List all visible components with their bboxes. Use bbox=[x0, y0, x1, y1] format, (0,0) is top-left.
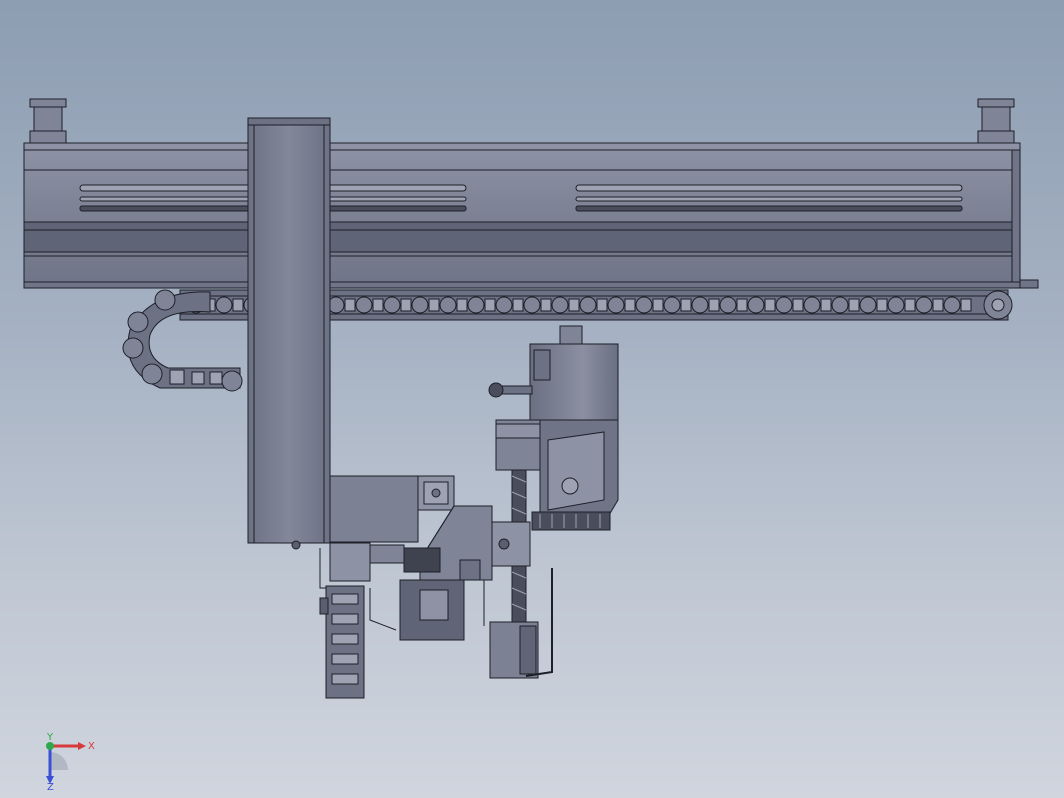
chain-link-pin bbox=[411, 296, 429, 314]
chain-link-plate bbox=[652, 298, 664, 312]
chain-link-pin bbox=[579, 296, 597, 314]
x-axis-arrowhead bbox=[78, 742, 86, 750]
chain-link-pin bbox=[663, 296, 681, 314]
chain-link-plate bbox=[540, 298, 552, 312]
chain-link-pin bbox=[523, 296, 541, 314]
chain-link-plate bbox=[344, 298, 356, 312]
chain-link-plate bbox=[484, 298, 496, 312]
chain-link-plate bbox=[820, 298, 832, 312]
y-axis-label: Y bbox=[46, 732, 54, 743]
chain-link-plate bbox=[904, 298, 916, 312]
chain-link-plate bbox=[764, 298, 776, 312]
chain-link-plate bbox=[848, 298, 860, 312]
chain-link-pin bbox=[803, 296, 821, 314]
chain-link-plate bbox=[512, 298, 524, 312]
chain-link-pin bbox=[943, 296, 961, 314]
chain-end-pulley bbox=[983, 290, 1013, 320]
chain-link-plate bbox=[876, 298, 888, 312]
cad-viewport[interactable]: X Y Z bbox=[0, 0, 1064, 798]
chain-link-pin bbox=[215, 296, 233, 314]
chain-link-pin bbox=[887, 296, 905, 314]
x-axis-label: X bbox=[88, 741, 95, 752]
chain-link-pin bbox=[439, 296, 457, 314]
chain-link-pin bbox=[551, 296, 569, 314]
chain-link-plate bbox=[960, 298, 972, 312]
screw-nut-block bbox=[491, 521, 531, 567]
chain-link-plate bbox=[232, 298, 244, 312]
chain-link-pin bbox=[915, 296, 933, 314]
chain-link-pin bbox=[747, 296, 765, 314]
chain-link-pin bbox=[691, 296, 709, 314]
chain-link-pin bbox=[383, 296, 401, 314]
chain-link-plate bbox=[372, 298, 384, 312]
chain-link-pin bbox=[831, 296, 849, 314]
right-end-cap bbox=[977, 98, 1015, 144]
chain-link-plate bbox=[932, 298, 944, 312]
chain-link-plate bbox=[400, 298, 412, 312]
z-axis-label: Z bbox=[47, 782, 54, 790]
chain-link-pin bbox=[859, 296, 877, 314]
chain-link-plate bbox=[568, 298, 580, 312]
spindle-assembly bbox=[488, 325, 619, 531]
y-axis-dot bbox=[46, 742, 54, 750]
gantry-beam bbox=[23, 142, 1039, 289]
chain-link-pin bbox=[635, 296, 653, 314]
chain-link-pin bbox=[775, 296, 793, 314]
coordinate-triad: X Y Z bbox=[46, 732, 95, 790]
chain-link-plate bbox=[792, 298, 804, 312]
chain-link-plate bbox=[456, 298, 468, 312]
chain-link-pin bbox=[719, 296, 737, 314]
chain-link-plate bbox=[680, 298, 692, 312]
chain-link-plate bbox=[624, 298, 636, 312]
chain-link-plate bbox=[736, 298, 748, 312]
chain-link-plate bbox=[428, 298, 440, 312]
assembly-drawing bbox=[23, 98, 1039, 699]
left-end-cap bbox=[29, 98, 67, 144]
drag-chain-vertical bbox=[319, 585, 365, 699]
carriage-post bbox=[247, 117, 331, 550]
chain-link-pin bbox=[495, 296, 513, 314]
chain-link-pin bbox=[607, 296, 625, 314]
chain-link-pin bbox=[355, 296, 373, 314]
chain-link-pin bbox=[467, 296, 485, 314]
chain-link-plate bbox=[708, 298, 720, 312]
chain-link-plate bbox=[596, 298, 608, 312]
